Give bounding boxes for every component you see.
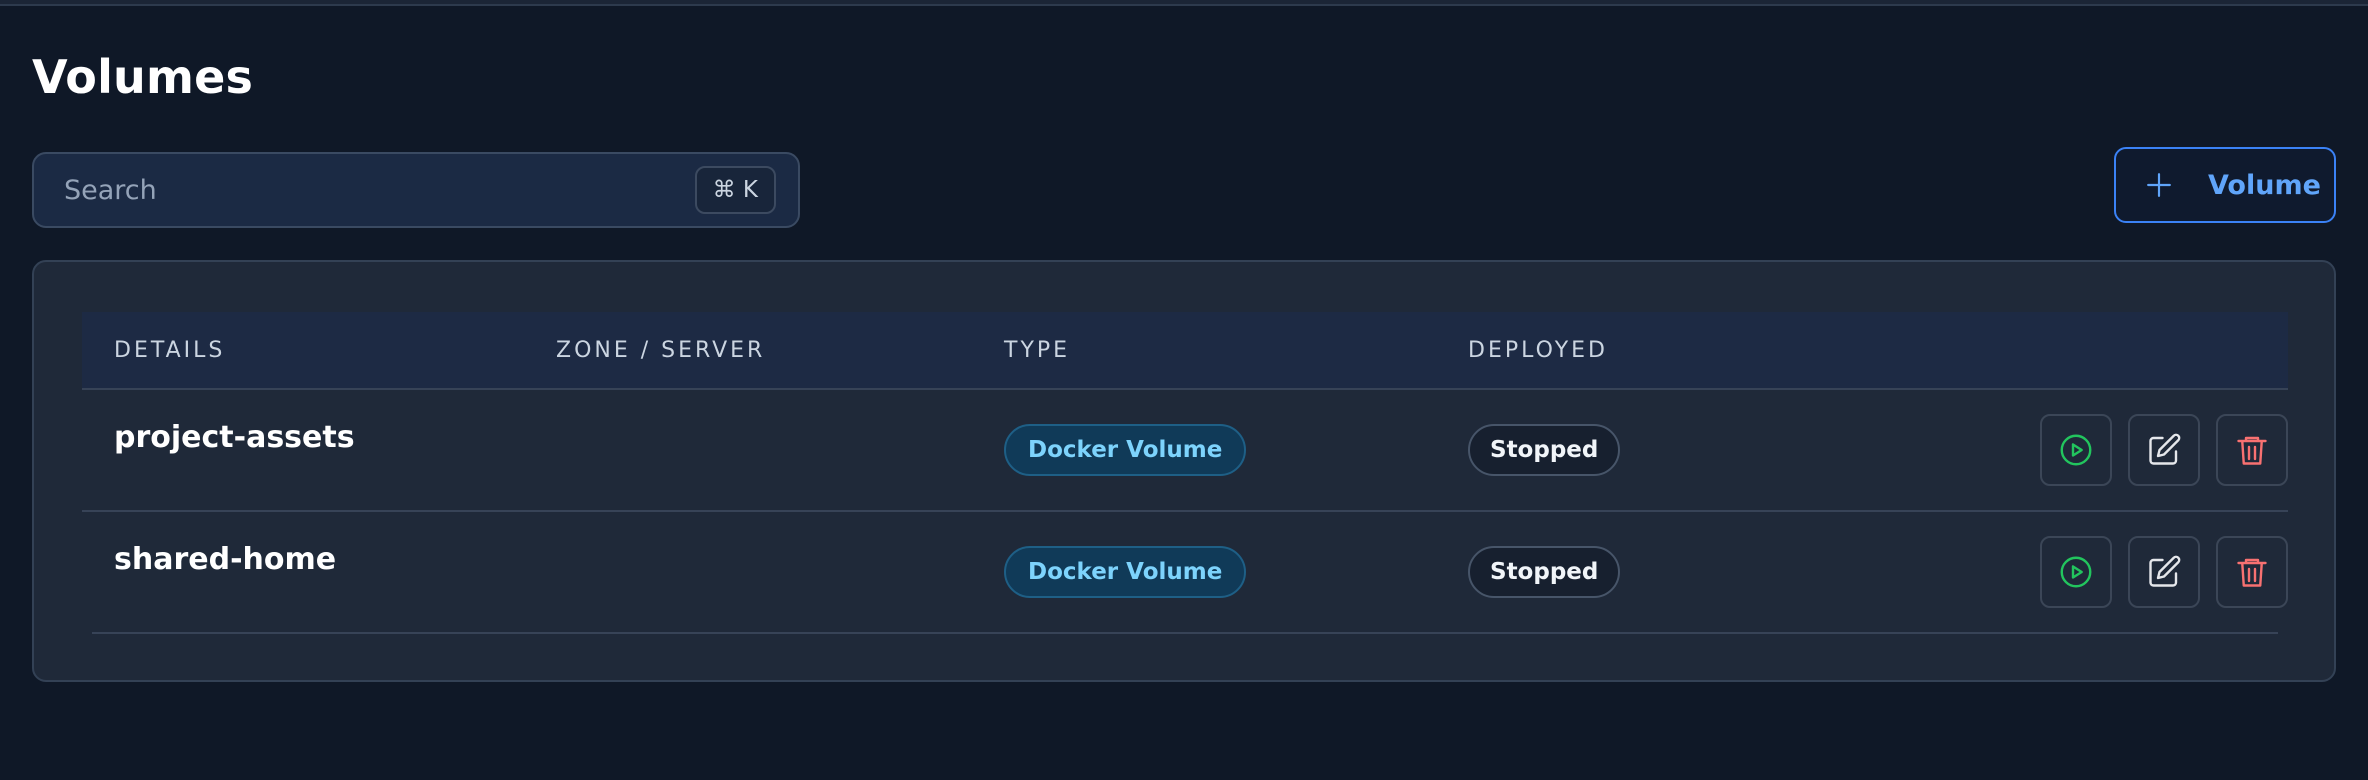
- column-header-type: TYPE: [1004, 338, 1071, 363]
- column-header-deployed: DEPLOYED: [1468, 338, 1608, 363]
- volume-name: project-assets: [114, 420, 355, 455]
- start-button[interactable]: [2040, 536, 2112, 608]
- volumes-table-card: DETAILS ZONE / SERVER TYPE DEPLOYED proj…: [32, 260, 2336, 682]
- play-circle-icon: [2060, 434, 2092, 466]
- add-volume-button[interactable]: Volume: [2114, 147, 2336, 223]
- column-header-details: DETAILS: [114, 338, 226, 363]
- type-badge: Docker Volume: [1004, 424, 1247, 476]
- search-box[interactable]: ⌘ K: [32, 152, 800, 228]
- play-circle-icon: [2060, 556, 2092, 588]
- plus-icon: [2147, 173, 2171, 197]
- delete-button[interactable]: [2216, 536, 2288, 608]
- top-divider: [0, 0, 2368, 6]
- status-badge: Stopped: [1468, 424, 1621, 476]
- volume-name: shared-home: [114, 542, 337, 577]
- add-volume-label: Volume: [2208, 169, 2321, 201]
- page-title: Volumes: [32, 50, 254, 104]
- column-header-zone-server: ZONE / SERVER: [556, 338, 766, 363]
- start-button[interactable]: [2040, 414, 2112, 486]
- pencil-square-icon: [2149, 433, 2181, 465]
- table-row: project-assets Docker Volume Stopped: [82, 390, 2288, 512]
- type-badge: Docker Volume: [1004, 546, 1247, 598]
- trash-icon: [2237, 436, 2267, 465]
- status-badge: Stopped: [1468, 546, 1621, 598]
- shortcut-hint: ⌘ K: [694, 166, 776, 214]
- delete-button[interactable]: [2216, 414, 2288, 486]
- table-header: DETAILS ZONE / SERVER TYPE DEPLOYED: [82, 312, 2288, 390]
- trash-icon: [2237, 558, 2267, 587]
- table-row: shared-home Docker Volume Stopped: [92, 512, 2288, 634]
- search-input[interactable]: [64, 154, 704, 226]
- edit-button[interactable]: [2128, 536, 2200, 608]
- edit-button[interactable]: [2128, 414, 2200, 486]
- pencil-square-icon: [2149, 555, 2181, 587]
